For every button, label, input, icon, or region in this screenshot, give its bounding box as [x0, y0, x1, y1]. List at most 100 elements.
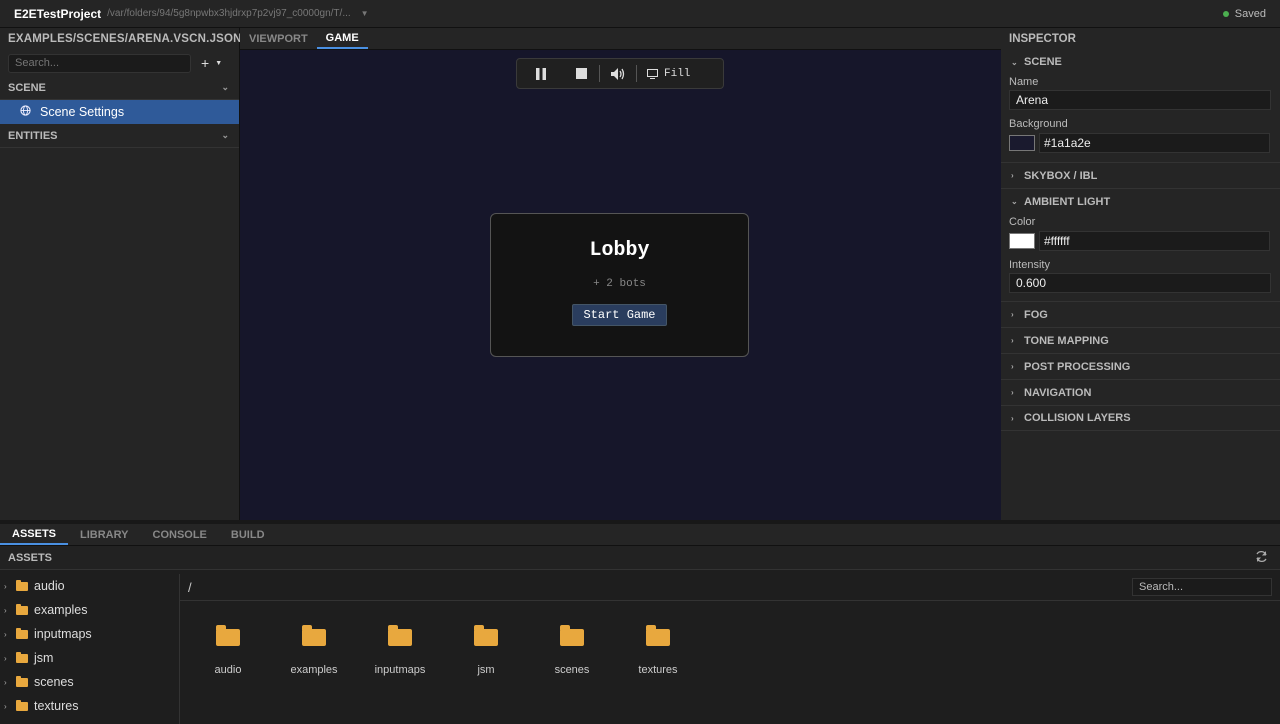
view-tabs: VIEWPORT GAME	[240, 28, 1001, 50]
tab-console[interactable]: CONSOLE	[141, 524, 219, 545]
ambient-section-label: AMBIENT LIGHT	[1024, 195, 1111, 208]
refresh-icon[interactable]	[1255, 550, 1268, 566]
add-entity-button[interactable]: + ▼	[201, 55, 229, 71]
grid-folder-label: examples	[290, 664, 338, 676]
folder-icon	[216, 625, 240, 646]
tab-build[interactable]: BUILD	[219, 524, 277, 545]
start-game-button[interactable]: Start Game	[572, 304, 667, 326]
inspector-panel: INSPECTOR ⌄ SCENE Name Arena Background …	[1001, 28, 1280, 520]
fill-mode-label: Fill	[664, 67, 691, 80]
tree-item-label: textures	[34, 699, 79, 713]
grid-folder-label: inputmaps	[374, 664, 426, 676]
project-title: E2ETestProject	[14, 6, 102, 21]
plus-icon: +	[201, 55, 210, 71]
navigation-section[interactable]: › NAVIGATION	[1001, 379, 1280, 405]
tone-mapping-section[interactable]: › TONE MAPPING	[1001, 327, 1280, 353]
grid-folder-examples[interactable]: examples	[271, 620, 357, 676]
monitor-icon	[647, 68, 658, 79]
toolbar-divider	[636, 65, 637, 82]
fog-section-label: FOG	[1024, 308, 1048, 321]
folder-icon	[388, 625, 412, 646]
assets-header: ASSETS	[0, 546, 1280, 570]
project-path[interactable]: /var/folders/94/5g8npwbx3hjdrxp7p2vj97_c…	[107, 8, 351, 19]
chevron-right-icon[interactable]: ›	[4, 702, 16, 711]
background-row: #1a1a2e	[1001, 132, 1280, 154]
intensity-label: Intensity	[1009, 259, 1050, 271]
name-field[interactable]: Arena	[1009, 90, 1271, 110]
background-label: Background	[1009, 118, 1068, 130]
folder-icon	[16, 699, 28, 711]
bots-count[interactable]: + 2 bots	[491, 278, 748, 290]
chevron-down-icon[interactable]: ▼	[361, 9, 369, 18]
skybox-section[interactable]: › SKYBOX / IBL	[1001, 162, 1280, 188]
folder-icon	[560, 625, 584, 646]
grid-folder-scenes[interactable]: scenes	[529, 620, 615, 676]
grid-folder-jsm[interactable]: jsm	[443, 620, 529, 676]
scene-file-header: EXAMPLES/SCENES/ARENA.VSCN.JSON	[8, 33, 242, 45]
chevron-right-icon[interactable]: ›	[4, 654, 16, 663]
volume-icon[interactable]	[610, 66, 626, 82]
chevron-right-icon[interactable]: ›	[4, 582, 16, 591]
chevron-right-icon: ›	[1011, 336, 1014, 345]
chevron-down-icon: ⌄	[1011, 57, 1018, 67]
folder-icon	[16, 579, 28, 591]
grid-folder-textures[interactable]: textures	[615, 620, 701, 676]
ambient-color-field[interactable]: #ffffff	[1039, 231, 1270, 251]
bottom-panel: ASSETS LIBRARY CONSOLE BUILD ASSETS › aud…	[0, 520, 1280, 724]
grid-folder-label: jsm	[477, 664, 495, 676]
fill-mode-button[interactable]: Fill	[647, 68, 690, 80]
folder-icon	[302, 625, 326, 646]
entities-section-label: ENTITIES	[8, 129, 58, 142]
fog-section[interactable]: › FOG	[1001, 301, 1280, 327]
tree-item-label: audio	[34, 579, 65, 593]
asset-grid: audio examples inputmaps jsm scenes text…	[185, 620, 701, 676]
save-status: Saved	[1222, 8, 1266, 20]
scene-search-row: + ▼	[0, 50, 239, 76]
tree-item-scenes[interactable]: › scenes	[0, 670, 179, 694]
folder-icon	[16, 627, 28, 639]
tree-item-examples[interactable]: › examples	[0, 598, 179, 622]
chevron-right-icon[interactable]: ›	[4, 678, 16, 687]
stop-icon[interactable]	[573, 66, 589, 82]
collision-layers-section[interactable]: › COLLISION LAYERS	[1001, 405, 1280, 431]
folder-icon	[16, 603, 28, 615]
entities-section-header[interactable]: ENTITIES ⌄	[0, 124, 239, 148]
post-processing-label: POST PROCESSING	[1024, 360, 1131, 373]
ambient-color-swatch[interactable]	[1009, 233, 1035, 249]
save-status-label: Saved	[1234, 8, 1266, 20]
tab-assets[interactable]: ASSETS	[0, 524, 69, 545]
tree-item-label: jsm	[34, 651, 54, 665]
tree-item-audio[interactable]: › audio	[0, 574, 179, 598]
scene-search-input[interactable]	[8, 53, 191, 73]
color-label: Color	[1009, 216, 1036, 228]
bottom-tabs: ASSETS LIBRARY CONSOLE BUILD	[0, 524, 1280, 546]
tree-item-inputmaps[interactable]: › inputmaps	[0, 622, 179, 646]
assets-header-label: ASSETS	[8, 551, 53, 564]
grid-folder-inputmaps[interactable]: inputmaps	[357, 620, 443, 676]
post-processing-section[interactable]: › POST PROCESSING	[1001, 353, 1280, 379]
tree-item-textures[interactable]: › textures	[0, 694, 179, 718]
folder-icon	[16, 651, 28, 663]
current-path[interactable]: /	[188, 580, 192, 595]
scene-settings-item[interactable]: Scene Settings	[0, 100, 239, 124]
chevron-right-icon[interactable]: ›	[4, 630, 16, 639]
background-color-field[interactable]: #1a1a2e	[1039, 133, 1270, 153]
pause-icon[interactable]	[533, 66, 549, 82]
tree-item-jsm[interactable]: › jsm	[0, 646, 179, 670]
tab-viewport[interactable]: VIEWPORT	[240, 28, 317, 49]
chevron-down-icon: ⌄	[1011, 197, 1018, 206]
inspector-scene-section[interactable]: ⌄ SCENE	[1001, 50, 1280, 74]
scene-panel: EXAMPLES/SCENES/ARENA.VSCN.JSON + ▼ SCEN…	[0, 28, 242, 520]
intensity-field[interactable]: 0.600	[1009, 273, 1271, 293]
tab-game[interactable]: GAME	[316, 28, 368, 49]
asset-search-input[interactable]: Search...	[1132, 578, 1272, 596]
asset-tree: › audio › examples › inputmaps › jsm › scenes…	[0, 574, 180, 724]
collision-layers-label: COLLISION LAYERS	[1024, 412, 1131, 424]
tab-library[interactable]: LIBRARY	[68, 524, 140, 545]
chevron-right-icon[interactable]: ›	[4, 606, 16, 615]
ambient-light-section[interactable]: ⌄ AMBIENT LIGHT	[1001, 188, 1280, 214]
tree-item-label: examples	[34, 603, 88, 617]
background-color-swatch[interactable]	[1009, 135, 1035, 151]
scene-section-header[interactable]: SCENE ⌄	[0, 76, 239, 100]
grid-folder-audio[interactable]: audio	[185, 620, 271, 676]
